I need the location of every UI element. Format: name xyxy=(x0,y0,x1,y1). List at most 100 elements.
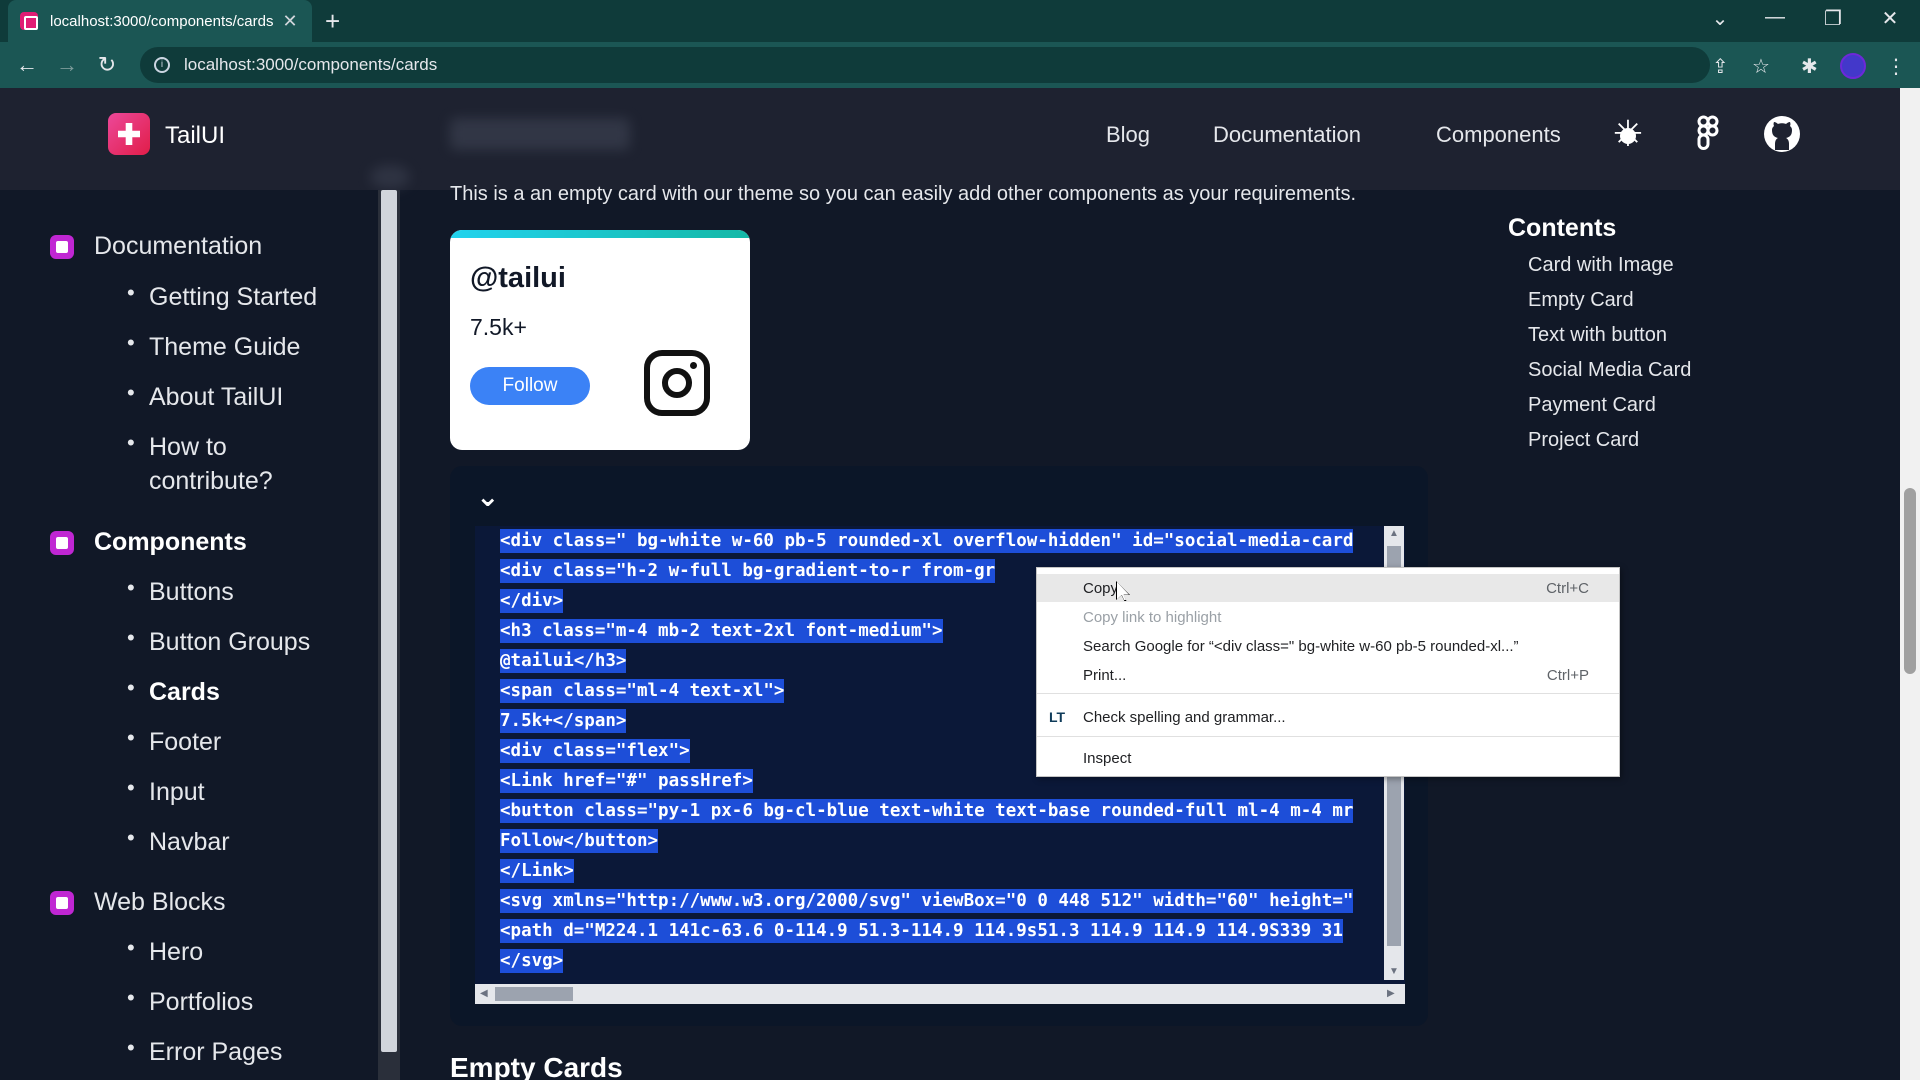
close-window-button[interactable]: ✕ xyxy=(1870,6,1910,31)
scroll-up-icon[interactable]: ▲ xyxy=(1389,528,1399,539)
sidebar-item-how-to-contribute[interactable]: • How to contribute? xyxy=(127,430,339,498)
context-menu-label: Search Google for “<div class=" bg-white… xyxy=(1083,637,1519,655)
sidebar-section-web-blocks[interactable]: Web Blocks xyxy=(50,888,226,917)
toc-item-text-with-button[interactable]: Text with button xyxy=(1528,324,1667,347)
nav-link-documentation[interactable]: Documentation xyxy=(1213,122,1361,148)
code-line[interactable]: <div class=" bg-white w-60 pb-5 rounded-… xyxy=(500,526,1384,556)
restore-button[interactable]: ❐ xyxy=(1813,6,1853,31)
sidebar-section-label: Components xyxy=(94,528,247,556)
context-menu-separator xyxy=(1037,736,1619,737)
sidebar-item-buttons[interactable]: • Buttons xyxy=(127,575,369,609)
context-menu-print[interactable]: Print... Ctrl+P xyxy=(1037,661,1619,689)
forward-button[interactable]: → xyxy=(52,52,82,78)
sidebar-item-about-tailui[interactable]: • About TailUI xyxy=(127,380,369,414)
sidebar-section-components[interactable]: Components xyxy=(50,528,247,557)
browser-tab[interactable]: localhost:3000/components/cards ✕ xyxy=(8,0,312,42)
share-icon[interactable]: ⇪ xyxy=(1712,54,1729,79)
reload-button[interactable]: ↻ xyxy=(92,52,122,78)
blocks-icon xyxy=(50,890,74,915)
bookmark-star-icon[interactable]: ☆ xyxy=(1752,54,1770,79)
nav-link-blog[interactable]: Blog xyxy=(1106,122,1150,148)
code-line[interactable]: <path d="M224.1 141c-63.6 0-114.9 51.3-1… xyxy=(500,916,1384,946)
blurred-heading xyxy=(450,118,630,150)
sidebar-item-cards[interactable]: • Cards xyxy=(127,675,369,709)
toc-item-payment-card[interactable]: Payment Card xyxy=(1528,394,1656,417)
blurred-decoration xyxy=(370,165,410,189)
sidebar-item-label: Portfolios xyxy=(149,988,254,1016)
selected-code-text: </div> xyxy=(500,589,564,613)
toc-item-social-media-card[interactable]: Social Media Card xyxy=(1528,359,1691,382)
sidebar-scrollbar-thumb[interactable] xyxy=(381,190,397,1052)
sidebar-section-documentation[interactable]: Documentation xyxy=(50,232,262,261)
context-menu-inspect[interactable]: Inspect xyxy=(1037,744,1619,772)
figma-icon[interactable] xyxy=(1688,114,1728,154)
book-icon xyxy=(50,234,74,259)
scroll-right-icon[interactable]: ▶ xyxy=(1387,988,1395,999)
code-line[interactable]: <svg xmlns="http://www.w3.org/2000/svg" … xyxy=(500,886,1384,916)
address-bar[interactable]: i localhost:3000/components/cards xyxy=(140,47,1710,83)
page-scrollbar-thumb[interactable] xyxy=(1904,488,1916,674)
minimize-button[interactable]: — xyxy=(1755,6,1795,29)
context-menu-separator xyxy=(1037,693,1619,694)
selected-code-text: <span class="ml-4 text-xl"> xyxy=(500,679,785,703)
card-gradient-bar xyxy=(450,230,750,238)
bullet: • xyxy=(127,725,135,750)
toc-item-project-card[interactable]: Project Card xyxy=(1528,429,1639,452)
extensions-icon[interactable]: ✱ xyxy=(1801,54,1818,79)
scroll-down-icon[interactable]: ▼ xyxy=(1389,966,1399,977)
context-menu-copy-link-to-highlight[interactable]: Copy link to highlight xyxy=(1037,603,1619,631)
new-tab-button[interactable]: + xyxy=(325,6,340,37)
code-line[interactable]: </svg> xyxy=(500,946,1384,976)
tailui-logo-icon[interactable] xyxy=(108,113,150,155)
logo-text[interactable]: TailUI xyxy=(165,122,225,150)
selected-code-text: </svg> xyxy=(500,949,564,973)
toc-item-card-with-image[interactable]: Card with Image xyxy=(1528,254,1674,277)
sidebar-item-hero[interactable]: • Hero xyxy=(127,935,369,969)
sidebar-item-label: Footer xyxy=(149,728,222,756)
sidebar-item-label: Button Groups xyxy=(149,628,311,656)
browser-menu-icon[interactable]: ⋮ xyxy=(1886,54,1906,79)
sidebar-item-input[interactable]: • Input xyxy=(127,775,369,809)
code-line[interactable]: Follow</button> xyxy=(500,826,1384,856)
context-menu-check-spelling[interactable]: LT Check spelling and grammar... xyxy=(1037,703,1619,731)
nav-link-components[interactable]: Components xyxy=(1436,122,1561,148)
sidebar-item-getting-started[interactable]: • Getting Started xyxy=(127,280,369,314)
sidebar-item-label: Cards xyxy=(149,678,220,706)
sidebar-item-label: Error Pages xyxy=(149,1038,283,1066)
tab-close-icon[interactable]: ✕ xyxy=(280,11,300,32)
code-horizontal-scroll-thumb[interactable] xyxy=(495,987,573,1001)
toc-item-empty-card[interactable]: Empty Card xyxy=(1528,289,1634,312)
instagram-icon xyxy=(644,350,710,416)
languagetool-icon: LT xyxy=(1049,709,1066,725)
page-scrollbar[interactable] xyxy=(1900,88,1920,1080)
sidebar-item-label: How to contribute? xyxy=(149,433,273,495)
github-icon[interactable] xyxy=(1762,114,1802,154)
context-menu-search-google[interactable]: Search Google for “<div class=" bg-white… xyxy=(1037,632,1619,660)
scroll-left-icon[interactable]: ◀ xyxy=(480,988,488,999)
collapse-chevron-icon[interactable]: ⌄ xyxy=(476,480,499,513)
sidebar-item-footer[interactable]: • Footer xyxy=(127,725,369,759)
context-menu-label: Copy xyxy=(1083,579,1119,597)
code-line[interactable]: </Link> xyxy=(500,856,1384,886)
sidebar-item-button-groups[interactable]: • Button Groups xyxy=(127,625,369,659)
cube-icon xyxy=(50,530,74,555)
theme-toggle-sun-icon[interactable] xyxy=(1612,114,1644,154)
tab-title: localhost:3000/components/cards xyxy=(50,12,274,30)
selected-code-text: <div class="flex"> xyxy=(500,739,690,763)
sidebar-item-error-pages[interactable]: • Error Pages xyxy=(127,1035,369,1069)
code-horizontal-scrollbar[interactable]: ◀ ▶ xyxy=(475,984,1405,1004)
bullet: • xyxy=(127,825,135,850)
sidebar-item-label: Buttons xyxy=(149,578,234,606)
sidebar-item-portfolios[interactable]: • Portfolios xyxy=(127,985,369,1019)
selected-code-text: <div class="h-2 w-full bg-gradient-to-r … xyxy=(500,559,996,583)
code-line[interactable]: <button class="py-1 px-6 bg-cl-blue text… xyxy=(500,796,1384,826)
site-info-icon[interactable]: i xyxy=(154,57,170,73)
follow-button[interactable]: Follow xyxy=(470,367,590,405)
sidebar-item-navbar[interactable]: • Navbar xyxy=(127,825,369,859)
back-button[interactable]: ← xyxy=(12,52,42,78)
selected-code-text: <Link href="#" passHref> xyxy=(500,769,753,793)
profile-avatar[interactable] xyxy=(1840,53,1866,79)
sidebar-item-theme-guide[interactable]: • Theme Guide xyxy=(127,330,369,364)
tab-list-icon[interactable]: ⌄ xyxy=(1700,6,1740,31)
bullet: • xyxy=(127,575,135,600)
